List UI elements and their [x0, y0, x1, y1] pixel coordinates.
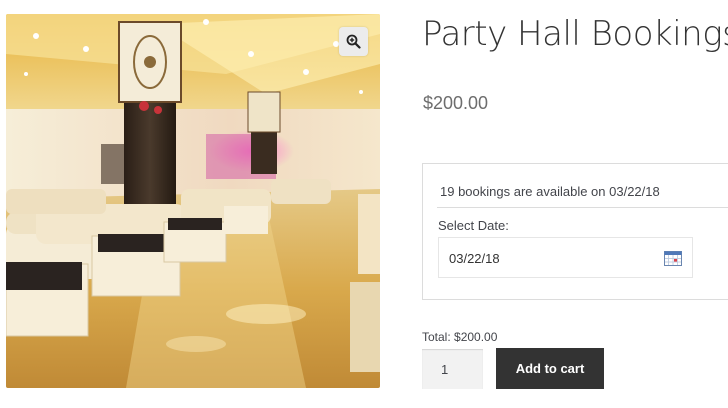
total-price: Total: $200.00	[422, 330, 498, 344]
product-image[interactable]	[6, 14, 380, 388]
date-picker-input[interactable]: 03/22/18	[438, 237, 693, 278]
date-label: Select Date:	[438, 218, 509, 233]
calendar-icon[interactable]	[664, 250, 682, 271]
add-to-cart-button[interactable]: Add to cart	[496, 348, 604, 389]
quantity-input[interactable]	[422, 349, 483, 389]
zoom-button[interactable]	[339, 27, 368, 56]
availability-text: 19 bookings are available on 03/22/18	[440, 184, 660, 199]
banquet-hall-image	[6, 14, 380, 388]
zoom-in-icon	[346, 34, 361, 49]
product-title: Party Hall Bookings	[422, 14, 728, 54]
product-price: $200.00	[423, 93, 489, 113]
booking-form: 19 bookings are available on 03/22/18 Se…	[422, 163, 728, 300]
date-value: 03/22/18	[449, 251, 500, 266]
divider	[437, 207, 728, 208]
